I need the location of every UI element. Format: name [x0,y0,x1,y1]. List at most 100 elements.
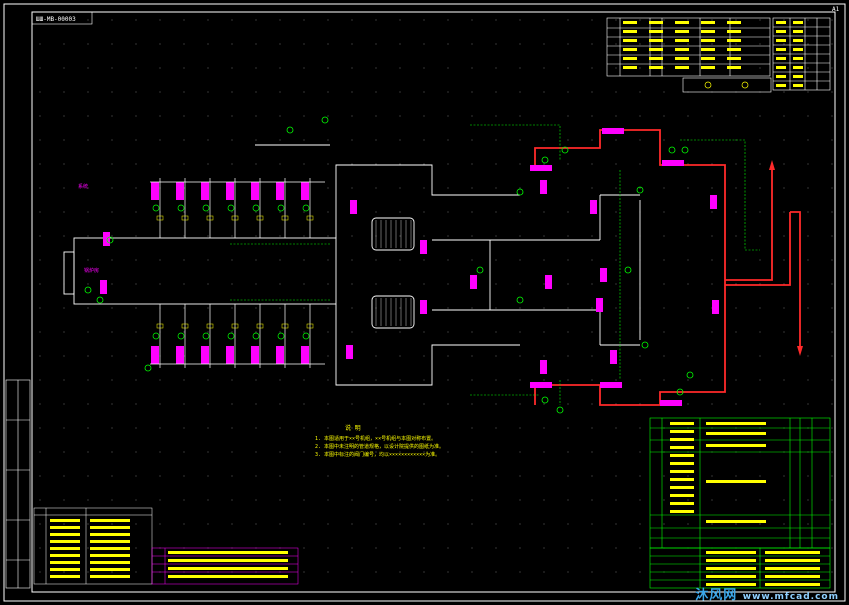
title-cell-text [670,446,694,449]
grid-dot [351,379,353,381]
legend-cell-text [90,526,130,529]
grid-dot [399,163,401,165]
grid-dot [183,19,185,21]
grid-dot [135,331,137,333]
grid-dot [831,211,833,213]
grid-dot [423,211,425,213]
grid-dot [399,67,401,69]
grid-dot [39,571,41,573]
grid-dot [639,91,641,93]
grid-dot [375,91,377,93]
grid-dot [663,211,665,213]
grid-dot [471,523,473,525]
legend-cell-text [623,48,637,51]
grid-dot [615,331,617,333]
grid-dot [87,403,89,405]
grid-dot [207,67,209,69]
grid-dot [255,523,257,525]
grid-dot [471,451,473,453]
instrument-tag [201,346,209,364]
legend-cell-text [793,57,803,60]
legend-cell-text [675,57,689,60]
grid-dot [39,379,41,381]
grid-dot [375,163,377,165]
grid-dot [831,187,833,189]
grid-dot [159,163,161,165]
legend-cell-text [50,554,80,557]
grid-dot [39,499,41,501]
grid-dot [447,475,449,477]
grid-dot [423,259,425,261]
grid-dot [63,115,65,117]
grid-dot [135,307,137,309]
grid-dot [375,283,377,285]
grid-dot [279,403,281,405]
legend-cell-text [701,39,715,42]
grid-dot [87,307,89,309]
grid-dot [495,91,497,93]
grid-dot [423,403,425,405]
grid-dot [471,403,473,405]
gauge-icon [516,188,524,196]
grid-dot [87,523,89,525]
grid-dot [591,451,593,453]
grid-dot [327,139,329,141]
grid-dot [87,283,89,285]
grid-dot [663,187,665,189]
grid-dot [351,139,353,141]
gauge-icon [476,266,484,274]
legend-cell-text [793,66,803,69]
bottom-legend-text [50,519,288,578]
grid-dot [759,19,761,21]
grid-dot [807,403,809,405]
grid-dot [351,67,353,69]
grid-dot [615,163,617,165]
grid-dot [351,283,353,285]
grid-dot [207,139,209,141]
gauge-icon [202,204,210,212]
grid-dot [207,163,209,165]
grid-dot [231,523,233,525]
grid-dot [375,259,377,261]
grid-dot [591,355,593,357]
grid-dot [279,307,281,309]
grid-dot [783,91,785,93]
grid-dot [279,67,281,69]
grid-dot [471,499,473,501]
legend-cell-text [50,561,80,564]
grid-dot [495,355,497,357]
grid-dot [759,499,761,501]
grid-dot [327,427,329,429]
grid-dot [111,187,113,189]
grid-dot [231,67,233,69]
instrument-tag [530,382,552,388]
grid-dot [39,187,41,189]
grid-dot [567,499,569,501]
legend-cell-text [675,48,689,51]
grid-dot [591,475,593,477]
grid-dot [303,427,305,429]
grid-dot [399,283,401,285]
grid-dot [87,499,89,501]
grid-dot [495,307,497,309]
title-cell-text [706,551,756,554]
grid-dot [303,331,305,333]
grid-dot [87,427,89,429]
title-cell-text [765,551,820,554]
grid-dot [447,307,449,309]
grid-dot [159,283,161,285]
grid-dot [471,115,473,117]
grid-dot [567,307,569,309]
grid-dot [423,283,425,285]
grid-dot [207,259,209,261]
grid-dot [615,523,617,525]
grid-dot [831,67,833,69]
grid-dot [39,547,41,549]
grid-dot [543,115,545,117]
grid-dot [303,379,305,381]
grid-dot [807,43,809,45]
grid-dot [255,115,257,117]
instrument-tag [201,182,209,200]
grid-dot [519,283,521,285]
title-cell-text [706,432,766,435]
